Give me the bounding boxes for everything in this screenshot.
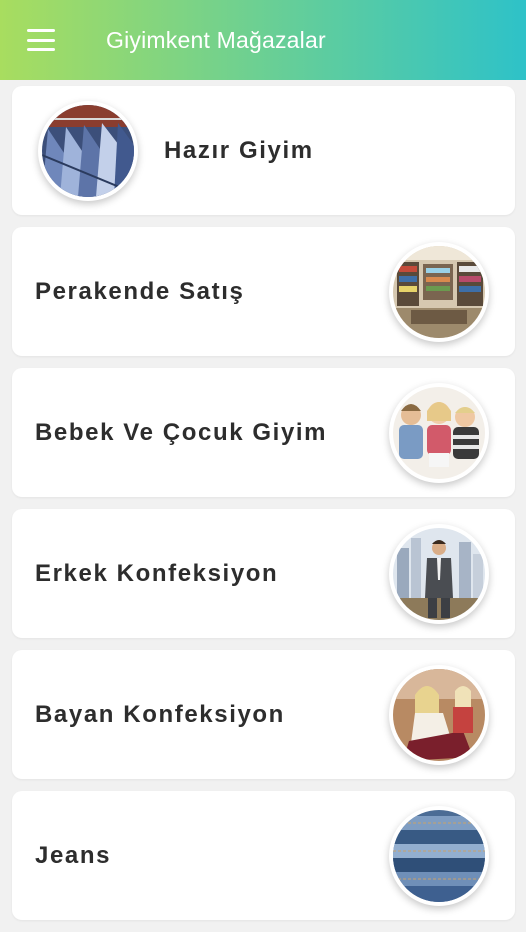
menu-bar-line: [27, 29, 55, 32]
app-bar: Giyimkent Mağazalar: [0, 0, 526, 80]
category-card-perakende-satis[interactable]: Perakende Satış: [12, 227, 515, 356]
man-in-suit-image: [389, 523, 489, 624]
category-card-bayan-konfeksiyon[interactable]: Bayan Konfeksiyon: [12, 650, 515, 779]
app-title: Giyimkent Mağazalar: [106, 26, 326, 53]
category-label: Perakende Satış: [35, 277, 245, 305]
children-image: [389, 382, 489, 483]
category-label: Bebek Ve Çocuk Giyim: [35, 418, 328, 446]
clothing-rack-image: [38, 100, 138, 201]
category-list: Hazır Giyim Perakende Satış Bebek Ve Çoc…: [12, 86, 515, 932]
stacked-jeans-image: [389, 805, 489, 906]
category-label: Hazır Giyim: [164, 136, 314, 164]
category-card-erkek-konfeksiyon[interactable]: Erkek Konfeksiyon: [12, 509, 515, 638]
category-card-hazir-giyim[interactable]: Hazır Giyim: [12, 86, 515, 215]
hamburger-menu-icon[interactable]: [27, 29, 55, 51]
category-label: Jeans: [35, 841, 112, 869]
retail-store-image: [389, 241, 489, 342]
category-card-bebek-cocuk-giyim[interactable]: Bebek Ve Çocuk Giyim: [12, 368, 515, 497]
category-label: Erkek Konfeksiyon: [35, 559, 279, 587]
category-label: Bayan Konfeksiyon: [35, 700, 285, 728]
category-card-jeans[interactable]: Jeans: [12, 791, 515, 920]
menu-bar-line: [27, 48, 55, 51]
menu-bar-line: [27, 38, 55, 42]
woman-fashion-image: [389, 664, 489, 765]
